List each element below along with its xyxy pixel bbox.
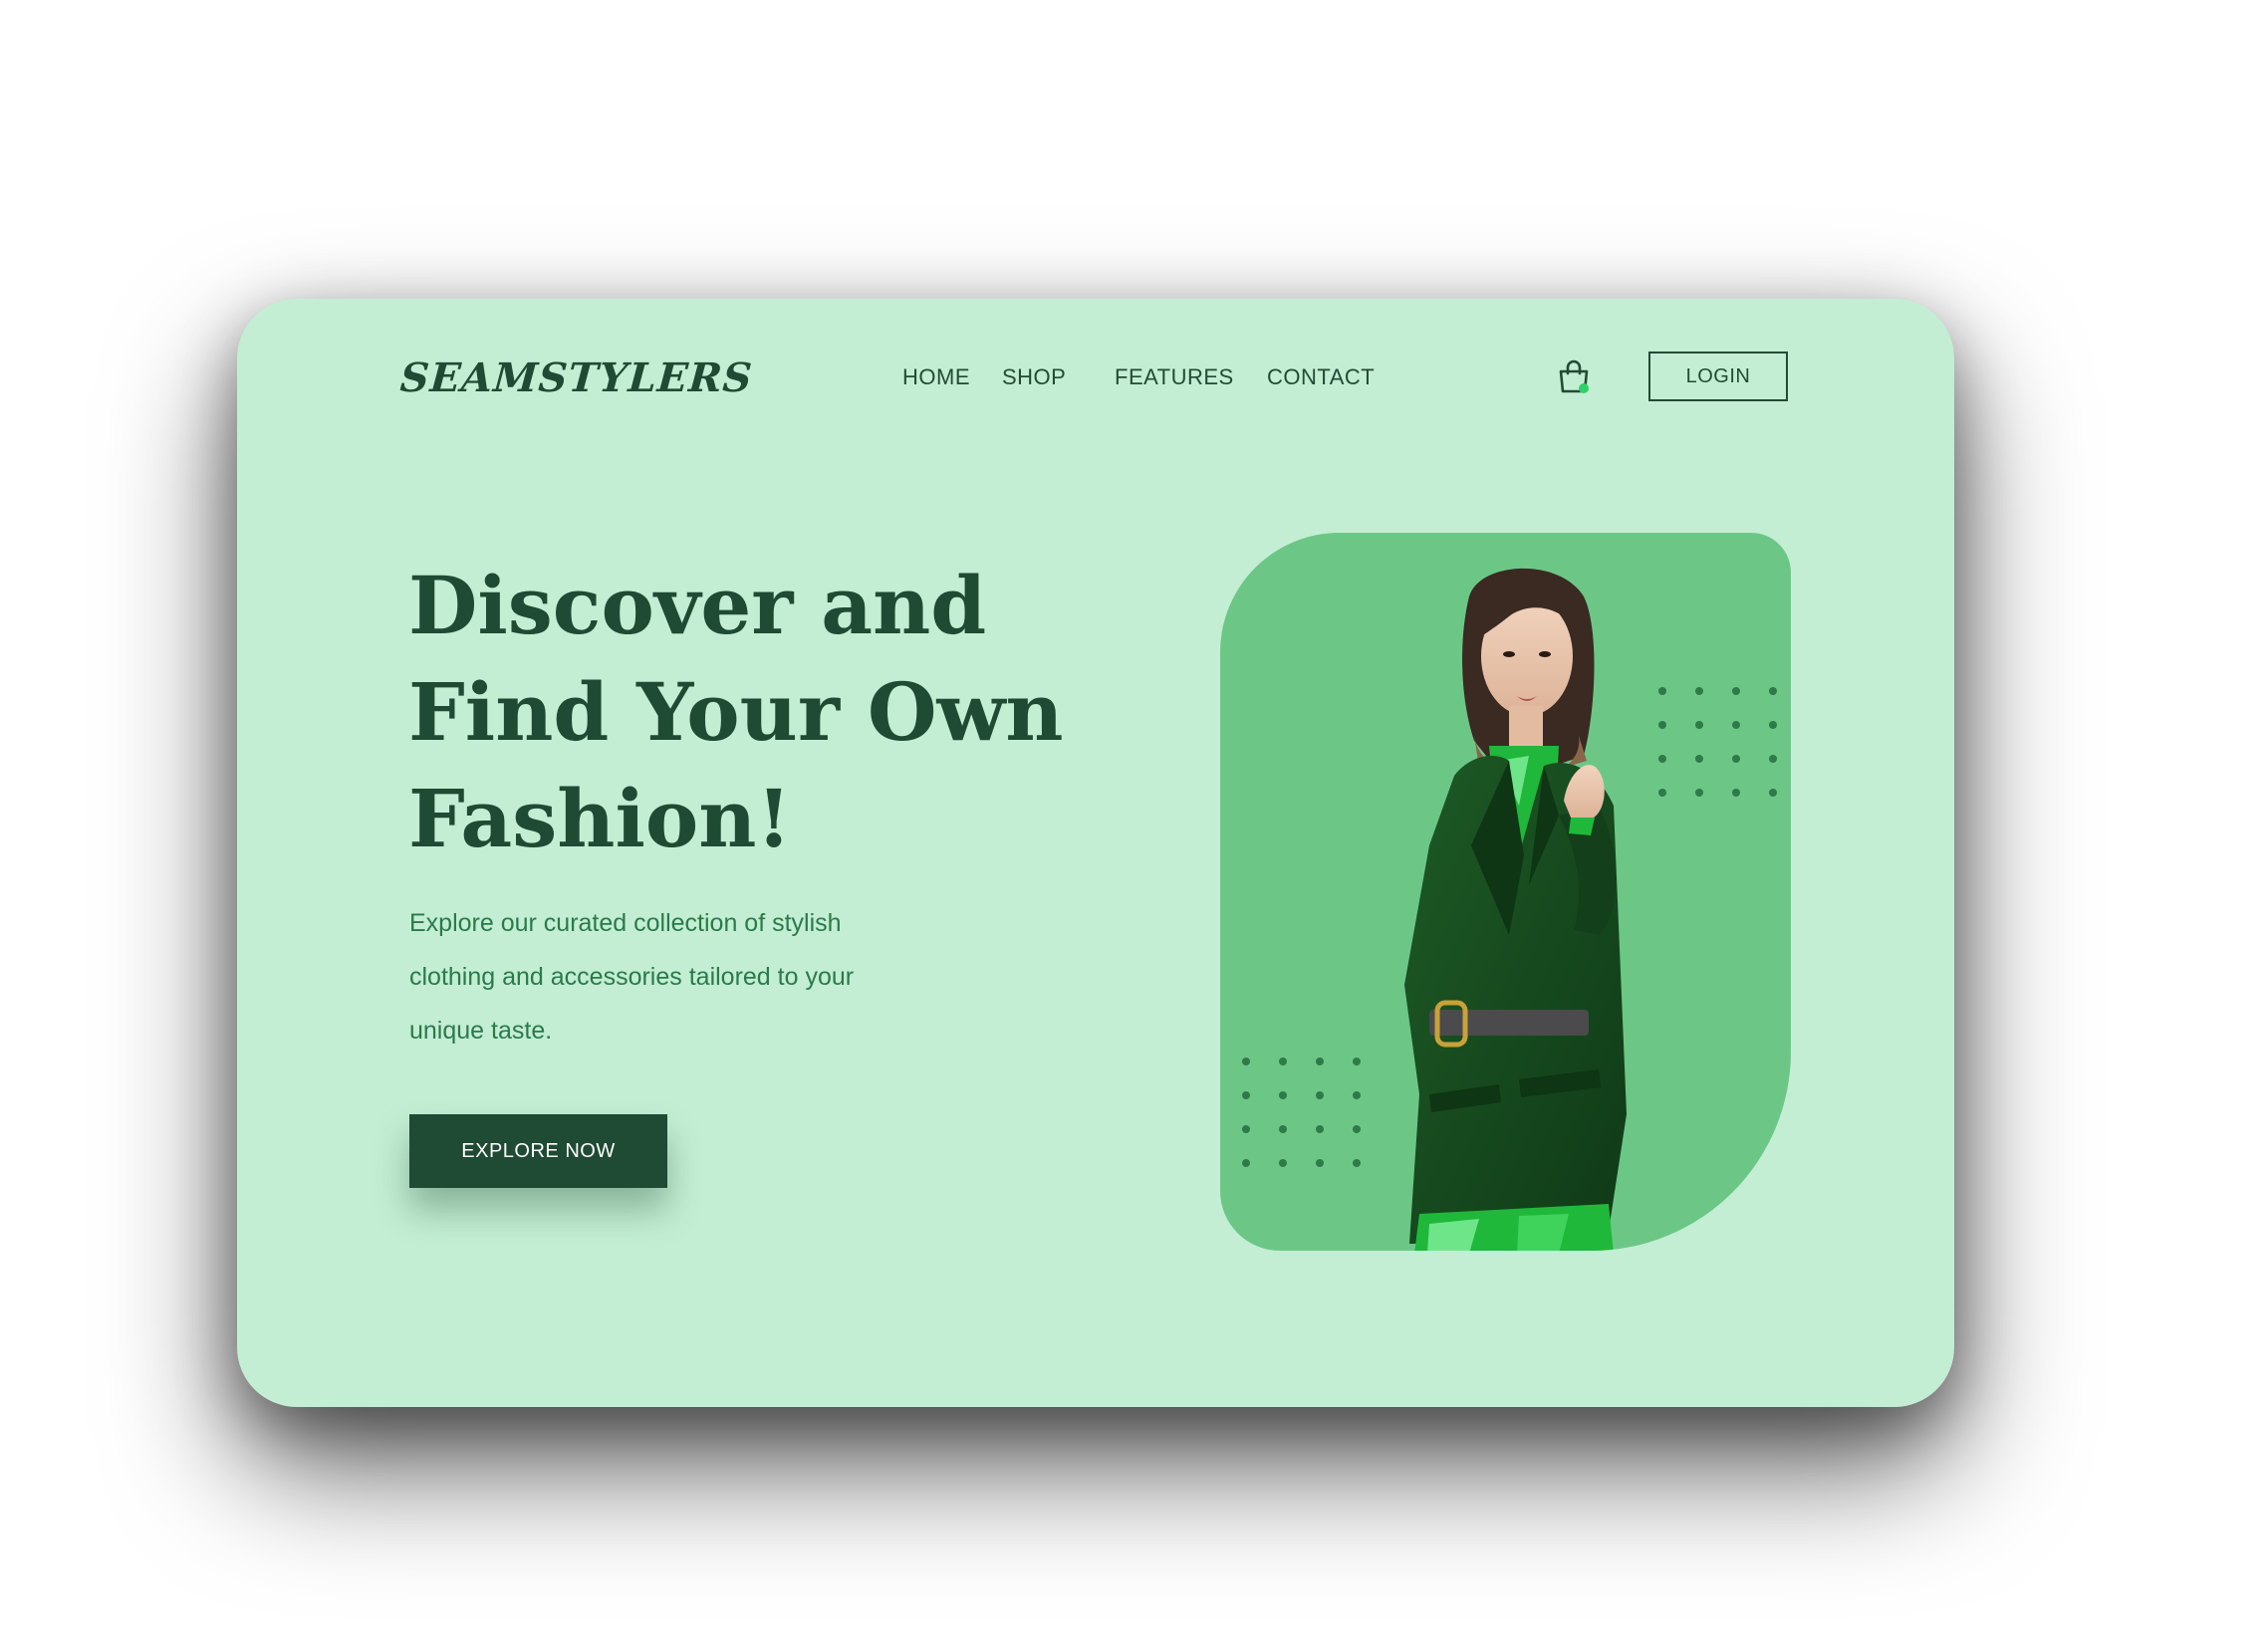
brand-logo[interactable]: SEAMSTYLERS xyxy=(398,354,754,401)
shopping-bag-icon[interactable] xyxy=(1556,359,1592,395)
explore-now-button[interactable]: EXPLORE NOW xyxy=(409,1114,667,1188)
landing-page-card: SEAMSTYLERS HOME SHOP FEATURES CONTACT L… xyxy=(237,299,1954,1407)
headline-line: Find Your Own xyxy=(408,665,1064,759)
hero-headline: Discover and Find Your Own Fashion! xyxy=(408,553,1126,872)
headline-line: Fashion! xyxy=(408,772,792,865)
nav-item-contact[interactable]: CONTACT xyxy=(1267,364,1375,390)
nav-item-home[interactable]: HOME xyxy=(902,364,970,390)
cart-notification-dot xyxy=(1579,383,1589,393)
description-line: Explore our curated collection of stylis… xyxy=(409,909,842,937)
page-backdrop: SEAMSTYLERS HOME SHOP FEATURES CONTACT L… xyxy=(0,0,2268,1648)
description-line: unique taste. xyxy=(409,1017,553,1045)
hero-description: Explore our curated collection of stylis… xyxy=(409,896,967,1058)
description-line: clothing and accessories tailored to you… xyxy=(409,963,855,991)
nav-item-shop[interactable]: SHOP xyxy=(1002,364,1066,390)
hero-image-panel xyxy=(1220,533,1791,1251)
login-button[interactable]: LOGIN xyxy=(1648,352,1788,401)
nav-item-features[interactable]: FEATURES xyxy=(1115,364,1234,390)
headline-line: Discover and xyxy=(408,559,987,652)
model-photo xyxy=(1404,568,1627,1251)
